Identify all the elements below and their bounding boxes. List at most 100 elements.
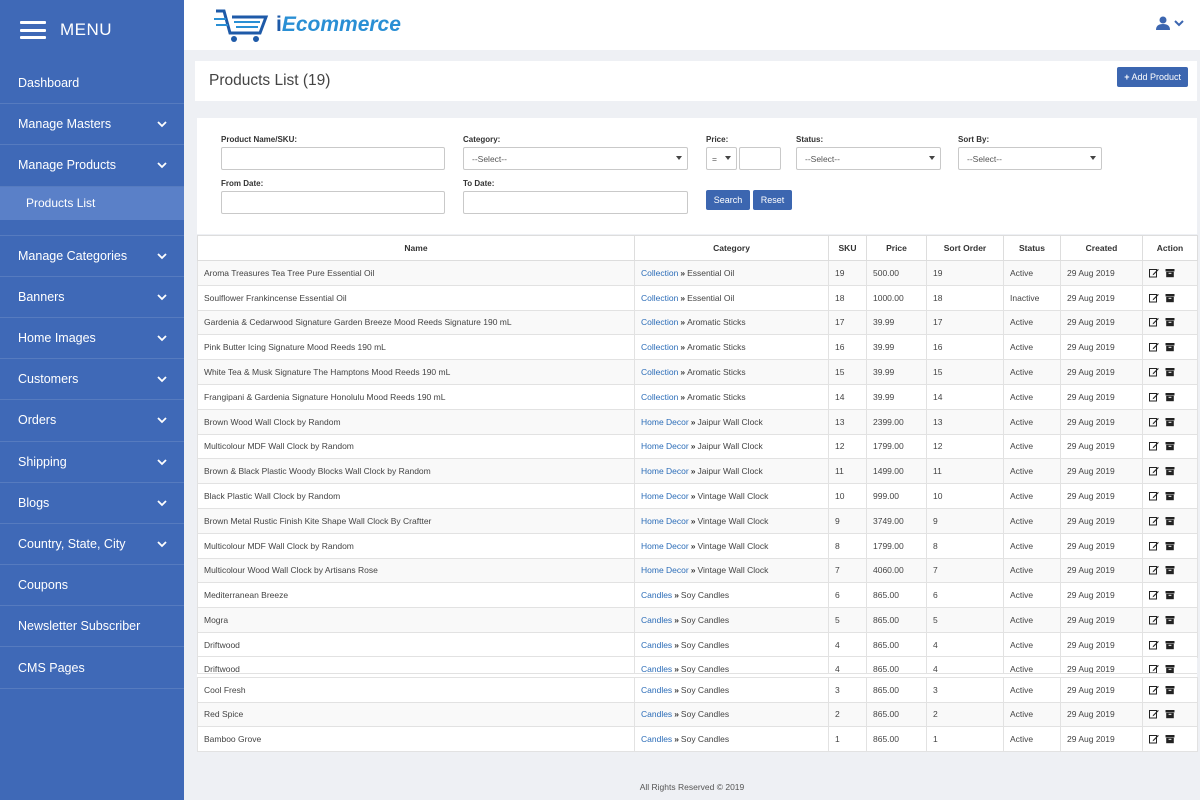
edit-icon[interactable] bbox=[1149, 615, 1159, 625]
archive-icon[interactable] bbox=[1165, 685, 1175, 695]
edit-icon[interactable] bbox=[1149, 664, 1159, 674]
edit-icon[interactable] bbox=[1149, 342, 1159, 352]
category-parent-link[interactable]: Home Decor bbox=[641, 516, 689, 526]
archive-icon[interactable] bbox=[1165, 664, 1175, 674]
archive-icon[interactable] bbox=[1165, 590, 1175, 600]
sort-by-select[interactable]: --Select-- bbox=[958, 147, 1102, 170]
category-parent-link[interactable]: Candles bbox=[641, 640, 672, 650]
price-operator-select[interactable]: = bbox=[706, 147, 737, 170]
sidebar-item-orders[interactable]: Orders bbox=[0, 400, 184, 442]
category-parent-link[interactable]: Collection bbox=[641, 317, 678, 327]
archive-icon[interactable] bbox=[1165, 516, 1175, 526]
sidebar-item-manage-products[interactable]: Manage Products bbox=[0, 145, 184, 187]
category-parent-link[interactable]: Collection bbox=[641, 268, 678, 278]
category-parent-link[interactable]: Collection bbox=[641, 392, 678, 402]
product-name-input[interactable] bbox=[221, 147, 445, 170]
category-parent-link[interactable]: Home Decor bbox=[641, 491, 689, 501]
category-parent-link[interactable]: Candles bbox=[641, 709, 672, 719]
sidebar-item-shipping[interactable]: Shipping bbox=[0, 442, 184, 483]
add-product-button[interactable]: + Add Product bbox=[1117, 67, 1188, 87]
edit-icon[interactable] bbox=[1149, 441, 1159, 451]
edit-icon[interactable] bbox=[1149, 268, 1159, 278]
category-parent-link[interactable]: Collection bbox=[641, 367, 678, 377]
chevron-down-icon[interactable] bbox=[1174, 19, 1184, 27]
edit-icon[interactable] bbox=[1149, 590, 1159, 600]
archive-icon[interactable] bbox=[1165, 541, 1175, 551]
edit-icon[interactable] bbox=[1149, 709, 1159, 719]
archive-icon[interactable] bbox=[1165, 268, 1175, 278]
col-status[interactable]: Status bbox=[1003, 235, 1061, 261]
category-parent-link[interactable]: Home Decor bbox=[641, 466, 689, 476]
logo[interactable]: iEcommerce bbox=[214, 5, 401, 45]
col-category[interactable]: Category bbox=[634, 235, 829, 261]
sidebar-item-coupons[interactable]: Coupons bbox=[0, 565, 184, 607]
archive-icon[interactable] bbox=[1165, 342, 1175, 352]
user-icon[interactable] bbox=[1156, 16, 1170, 30]
edit-icon[interactable] bbox=[1149, 466, 1159, 476]
category-parent-link[interactable]: Home Decor bbox=[641, 541, 689, 551]
status-select[interactable]: --Select-- bbox=[796, 147, 941, 170]
archive-icon[interactable] bbox=[1165, 317, 1175, 327]
archive-icon[interactable] bbox=[1165, 293, 1175, 303]
sidebar-item-manage-categories[interactable]: Manage Categories bbox=[0, 236, 184, 277]
col-price[interactable]: Price bbox=[866, 235, 927, 261]
category-parent-link[interactable]: Candles bbox=[641, 664, 672, 674]
archive-icon[interactable] bbox=[1165, 491, 1175, 501]
sidebar-subitem-products-list[interactable]: Products List bbox=[0, 186, 184, 220]
search-button[interactable]: Search bbox=[706, 190, 750, 210]
category-parent-link[interactable]: Candles bbox=[641, 590, 672, 600]
sidebar-item-blogs[interactable]: Blogs bbox=[0, 483, 184, 524]
price-input[interactable] bbox=[739, 147, 781, 170]
category-parent-link[interactable]: Home Decor bbox=[641, 565, 689, 575]
to-date-input[interactable] bbox=[463, 191, 688, 214]
category-select[interactable]: --Select-- bbox=[463, 147, 688, 170]
sidebar-item-manage-masters[interactable]: Manage Masters bbox=[0, 104, 184, 146]
archive-icon[interactable] bbox=[1165, 417, 1175, 427]
col-sort-order[interactable]: Sort Order bbox=[926, 235, 1004, 261]
archive-icon[interactable] bbox=[1165, 466, 1175, 476]
edit-icon[interactable] bbox=[1149, 392, 1159, 402]
category-parent-link[interactable]: Candles bbox=[641, 685, 672, 695]
edit-icon[interactable] bbox=[1149, 640, 1159, 650]
col-sku[interactable]: SKU bbox=[828, 235, 867, 261]
col-created[interactable]: Created bbox=[1060, 235, 1143, 261]
edit-icon[interactable] bbox=[1149, 685, 1159, 695]
edit-icon[interactable] bbox=[1149, 541, 1159, 551]
archive-icon[interactable] bbox=[1165, 709, 1175, 719]
menu-toggle[interactable]: MENU bbox=[0, 0, 184, 60]
edit-icon[interactable] bbox=[1149, 565, 1159, 575]
sidebar-item-banners[interactable]: Banners bbox=[0, 277, 184, 318]
category-parent-link[interactable]: Collection bbox=[641, 342, 678, 352]
category-parent-link[interactable]: Home Decor bbox=[641, 417, 689, 427]
cell-action bbox=[1142, 260, 1198, 286]
category-parent-link[interactable]: Candles bbox=[641, 734, 672, 744]
edit-icon[interactable] bbox=[1149, 367, 1159, 377]
edit-icon[interactable] bbox=[1149, 491, 1159, 501]
hamburger-icon[interactable] bbox=[20, 21, 46, 39]
sidebar-item-dashboard[interactable]: Dashboard bbox=[0, 63, 184, 105]
edit-icon[interactable] bbox=[1149, 516, 1159, 526]
archive-icon[interactable] bbox=[1165, 392, 1175, 402]
from-date-input[interactable] bbox=[221, 191, 445, 214]
sidebar-item-customers[interactable]: Customers bbox=[0, 359, 184, 401]
sidebar-item-newsletter-subscriber[interactable]: Newsletter Subscriber bbox=[0, 606, 184, 648]
sidebar-item-cms-pages[interactable]: CMS Pages bbox=[0, 647, 184, 689]
category-parent-link[interactable]: Candles bbox=[641, 615, 672, 625]
archive-icon[interactable] bbox=[1165, 441, 1175, 451]
edit-icon[interactable] bbox=[1149, 293, 1159, 303]
archive-icon[interactable] bbox=[1165, 565, 1175, 575]
archive-icon[interactable] bbox=[1165, 367, 1175, 377]
edit-icon[interactable] bbox=[1149, 734, 1159, 744]
reset-button[interactable]: Reset bbox=[753, 190, 792, 210]
edit-icon[interactable] bbox=[1149, 417, 1159, 427]
sidebar-item-country-state-city[interactable]: Country, State, City bbox=[0, 524, 184, 566]
user-menu[interactable] bbox=[1156, 16, 1184, 30]
sidebar-item-home-images[interactable]: Home Images bbox=[0, 318, 184, 360]
archive-icon[interactable] bbox=[1165, 734, 1175, 744]
category-parent-link[interactable]: Collection bbox=[641, 293, 678, 303]
category-parent-link[interactable]: Home Decor bbox=[641, 441, 689, 451]
archive-icon[interactable] bbox=[1165, 615, 1175, 625]
col-name[interactable]: Name bbox=[197, 235, 635, 261]
archive-icon[interactable] bbox=[1165, 640, 1175, 650]
edit-icon[interactable] bbox=[1149, 317, 1159, 327]
